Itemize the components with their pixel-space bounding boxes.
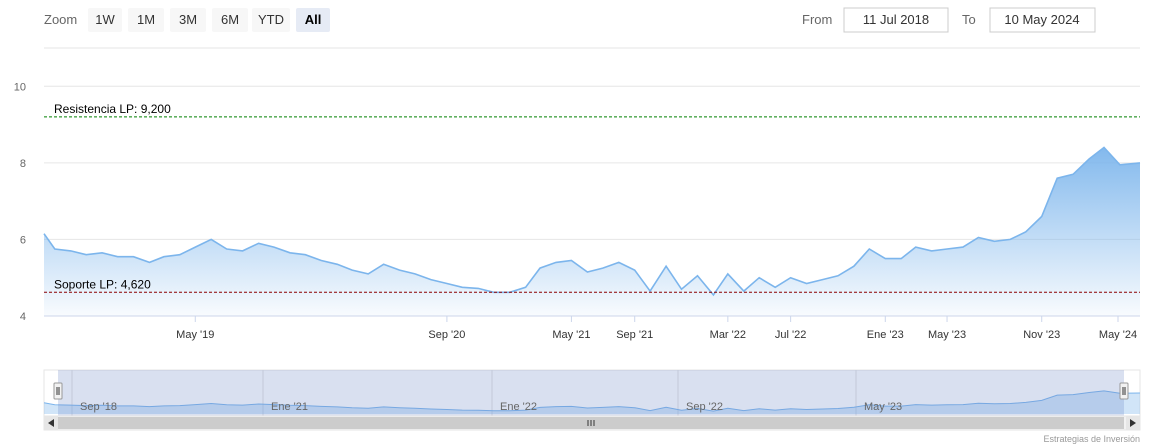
navigator-tick-label: Sep '18 xyxy=(80,401,117,413)
zoom-button-1m[interactable]: 1M xyxy=(128,8,164,32)
x-tick-label: Ene '23 xyxy=(867,329,904,341)
y-tick-label: 4 xyxy=(20,311,26,323)
x-tick-label: May '23 xyxy=(928,329,966,341)
y-tick-label: 6 xyxy=(20,234,26,246)
x-tick-label: Mar '22 xyxy=(710,329,746,341)
x-tick-label: May '24 xyxy=(1099,329,1137,341)
price-series xyxy=(43,146,1141,316)
x-axis: May '19 Sep '20 May '21 Sep '21 Mar '22 Jul '… xyxy=(176,316,1137,341)
zoom-label: Zoom xyxy=(44,12,77,27)
zoom-button-label: 6M xyxy=(221,12,239,27)
y-tick-label: 10 xyxy=(14,81,26,93)
price-area xyxy=(44,147,1140,316)
x-tick-label: Sep '21 xyxy=(616,329,653,341)
resistance-label: Resistencia LP: 9,200 xyxy=(54,102,171,116)
zoom-button-6m[interactable]: 6M xyxy=(212,8,248,32)
x-tick-label: May '21 xyxy=(552,329,590,341)
range-selector: Zoom 1W 1M 3M 6M YTD All From 11 Jul 2018 To … xyxy=(44,7,1096,33)
zoom-button-label: YTD xyxy=(258,12,284,27)
x-tick-label: Nov '23 xyxy=(1023,329,1060,341)
from-date-value: 11 Jul 2018 xyxy=(863,12,929,27)
zoom-button-1w[interactable]: 1W xyxy=(88,8,122,32)
navigator-right-handle[interactable] xyxy=(1119,382,1129,400)
zoom-button-3m[interactable]: 3M xyxy=(170,8,206,32)
credits: Estrategias de Inversión xyxy=(1043,434,1140,444)
x-tick-label: May '19 xyxy=(176,329,214,341)
navigator-tick-label: Ene '21 xyxy=(271,401,308,413)
navigator-tick-label: Ene '22 xyxy=(500,401,537,413)
zoom-button-ytd[interactable]: YTD xyxy=(252,8,290,32)
to-label: To xyxy=(962,12,976,27)
from-label: From xyxy=(802,12,832,27)
zoom-button-all[interactable]: All xyxy=(296,8,330,32)
navigator-tick-label: Sep '22 xyxy=(686,401,723,413)
support-label: Soporte LP: 4,620 xyxy=(54,277,151,291)
x-tick-label: Sep '20 xyxy=(428,329,465,341)
y-tick-label: 8 xyxy=(20,158,26,170)
navigator-tick-label: May '23 xyxy=(864,401,902,413)
zoom-button-label: 3M xyxy=(179,12,197,27)
navigator-left-handle[interactable] xyxy=(53,382,63,400)
navigator[interactable]: Sep '18 Ene '21 Ene '22 Sep '22 May '23 xyxy=(43,369,1141,417)
scrollbar[interactable] xyxy=(43,415,1141,431)
navigator-mask[interactable] xyxy=(58,370,1124,416)
zoom-button-label: 1M xyxy=(137,12,155,27)
zoom-button-label: 1W xyxy=(95,12,115,27)
to-date-value: 10 May 2024 xyxy=(1004,12,1079,27)
zoom-button-label: All xyxy=(305,12,322,27)
y-axis: 4 6 8 10 xyxy=(14,81,26,323)
stock-chart: Zoom 1W 1M 3M 6M YTD All From 11 Jul 2018 To … xyxy=(14,7,1141,444)
x-tick-label: Jul '22 xyxy=(775,329,806,341)
